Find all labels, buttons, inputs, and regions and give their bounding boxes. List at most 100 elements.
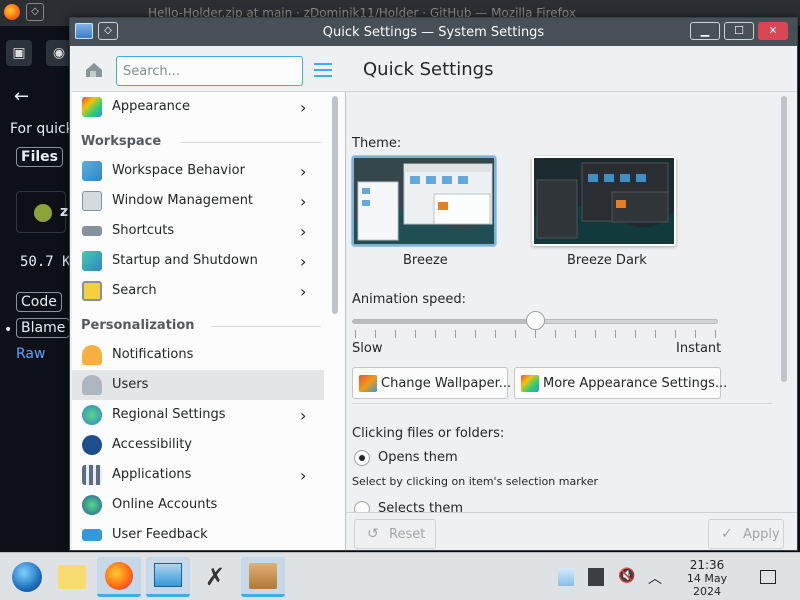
bg-text-1: For quick <box>10 121 74 137</box>
search-icon <box>82 281 102 301</box>
task-archive-manager[interactable] <box>241 557 285 597</box>
slider-tick <box>375 330 376 338</box>
reset-icon: ↺ <box>367 526 379 542</box>
clock-date: 14 May 2024 <box>686 572 728 598</box>
sidebar-item-label: Startup and Shutdown <box>112 253 258 268</box>
pin-icon[interactable]: ◇ <box>26 3 44 21</box>
applications-icon <box>82 465 102 485</box>
sidebar-item-online-accounts[interactable]: Online Accounts <box>72 490 324 520</box>
chevron-right-icon: › <box>300 282 307 301</box>
sidebar-item-startup-shutdown[interactable]: Startup and Shutdown › <box>72 246 324 276</box>
avatar <box>34 204 52 222</box>
hamburger-menu-icon[interactable] <box>314 63 332 77</box>
folder-icon <box>58 565 86 589</box>
start-menu-button[interactable] <box>6 557 50 597</box>
sidebar-item-workspace-behavior[interactable]: Workspace Behavior › <box>72 156 324 186</box>
background-content: ▣ ◉ ← For quick Files zD 50.7 K Code • B… <box>0 26 80 552</box>
wallpaper-icon <box>359 375 377 392</box>
search-input[interactable] <box>116 56 303 86</box>
apply-label: Apply <box>743 527 780 542</box>
slider-tick <box>635 330 636 338</box>
sidebar-item-label: Users <box>112 377 149 392</box>
slider-tick <box>455 330 456 338</box>
sidebar-scrollbar[interactable] <box>332 96 338 314</box>
content-header: Quick Settings <box>346 46 797 92</box>
task-file-manager[interactable] <box>50 557 94 597</box>
theme-thumb-breeze-dark[interactable] <box>532 156 676 246</box>
slider-tick <box>495 330 496 338</box>
clock[interactable]: 21:36 14 May 2024 <box>672 558 742 598</box>
chevron-up-icon[interactable]: ︿ <box>648 568 664 587</box>
slider-tick <box>715 330 716 338</box>
theme-thumb-breeze[interactable] <box>352 156 496 246</box>
reset-button[interactable]: ↺ Reset <box>354 519 436 549</box>
sidebar-item-user-feedback[interactable]: User Feedback <box>72 520 324 550</box>
battery-icon[interactable] <box>588 568 604 586</box>
clicking-files-label: Clicking files or folders: <box>352 426 505 441</box>
footer-bar: ↺ Reset ✓ Apply <box>346 512 797 550</box>
package-icon <box>249 563 277 589</box>
sidebar-item-notifications[interactable]: Notifications <box>72 340 324 370</box>
slider-tick <box>555 330 556 338</box>
animation-speed-label: Animation speed: <box>352 292 467 307</box>
show-desktop-icon[interactable] <box>760 570 776 584</box>
volume-muted-icon[interactable]: 🔇 <box>618 568 635 586</box>
x-tool-icon: ✗ <box>205 563 226 591</box>
sidebar-item-label: Accessibility <box>112 437 192 452</box>
close-button[interactable]: ✕ <box>758 22 788 40</box>
reset-label: Reset <box>389 527 426 542</box>
sidebar-item-label: Shortcuts <box>112 223 175 238</box>
bell-icon <box>82 345 102 365</box>
sidebar-item-search[interactable]: Search › <box>72 276 324 306</box>
system-settings-icon <box>154 563 182 587</box>
appearance-icon <box>82 97 102 117</box>
bg-raw-link[interactable]: Raw <box>16 346 45 362</box>
task-firefox[interactable] <box>97 557 141 597</box>
more-appearance-settings-button[interactable]: More Appearance Settings... <box>514 367 727 399</box>
sidebar-item-label: User Feedback <box>112 527 208 542</box>
select-note: Select by clicking on item's selection m… <box>352 475 598 488</box>
sidebar-item-label: Notifications <box>112 347 194 362</box>
bg-blame-button[interactable]: Blame <box>16 318 71 338</box>
sidebar-item-appearance[interactable]: Appearance › <box>72 92 324 122</box>
slider-min-label: Slow <box>352 341 383 356</box>
slider-handle[interactable] <box>526 311 545 330</box>
window-titlebar[interactable]: ◇ Quick Settings — System Settings ▁ ☐ ✕ <box>70 18 797 46</box>
opens-them-label[interactable]: Opens them <box>378 450 458 465</box>
bg-filesize: 50.7 K <box>20 254 71 270</box>
slider-tick <box>515 330 516 338</box>
section-workspace: Workspace <box>81 134 321 149</box>
back-arrow-icon[interactable]: ← <box>14 86 29 107</box>
bg-files-button[interactable]: Files <box>16 147 63 167</box>
task-system-settings[interactable] <box>146 557 190 597</box>
system-settings-window: ◇ Quick Settings — System Settings ▁ ☐ ✕… <box>69 17 798 551</box>
sidebar-item-users[interactable]: Users <box>72 370 324 400</box>
slider-max-label: Instant <box>676 341 722 356</box>
slider-tick <box>435 330 436 338</box>
task-xfce-tool[interactable]: ✗ <box>193 557 237 597</box>
sidebar-item-accessibility[interactable]: Accessibility <box>72 430 324 460</box>
minimize-button[interactable]: ▁ <box>690 22 720 40</box>
sidebar-item-regional-settings[interactable]: Regional Settings › <box>72 400 324 430</box>
apply-button[interactable]: ✓ Apply <box>708 519 784 549</box>
bg-code-button[interactable]: Code <box>16 292 62 312</box>
separator <box>352 403 772 404</box>
window-management-icon <box>82 191 102 211</box>
sidebar-item-applications[interactable]: Applications › <box>72 460 324 490</box>
change-wallpaper-button[interactable]: Change Wallpaper... <box>352 367 511 399</box>
clipboard-icon[interactable] <box>558 568 574 586</box>
firefox-icon <box>105 562 133 590</box>
slider-fill <box>353 320 536 323</box>
opens-them-radio[interactable] <box>354 450 370 466</box>
sidebar-item-shortcuts[interactable]: Shortcuts › <box>72 216 324 246</box>
sidebar-header <box>72 46 346 92</box>
maximize-button[interactable]: ☐ <box>724 22 754 40</box>
archive-icon[interactable]: ▣ <box>6 40 32 66</box>
chevron-right-icon: › <box>300 192 307 211</box>
sidebar-item-window-management[interactable]: Window Management › <box>72 186 324 216</box>
sidebar-item-label: Workspace Behavior <box>112 163 245 178</box>
more-appearance-label: More Appearance Settings... <box>543 376 728 391</box>
content-scrollbar[interactable] <box>781 96 787 382</box>
user-feedback-icon <box>82 529 102 541</box>
home-icon[interactable] <box>84 60 104 78</box>
